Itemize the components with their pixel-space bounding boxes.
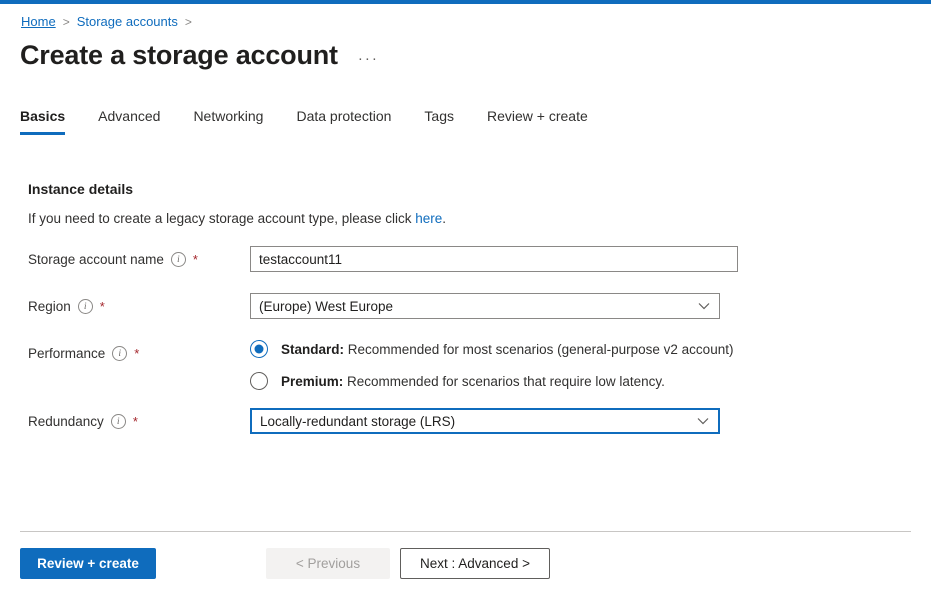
performance-label-cell: Performance i * [0, 340, 250, 366]
redundancy-selected-value: Locally-redundant storage (LRS) [260, 413, 456, 429]
radio-premium-strong: Premium: [281, 373, 344, 389]
info-icon[interactable]: i [112, 345, 128, 361]
section-title: Instance details [28, 181, 134, 197]
storage-account-name-label: Storage account name [28, 251, 164, 267]
tab-data-protection[interactable]: Data protection [296, 106, 391, 135]
chevron-down-icon [697, 417, 709, 425]
required-marker: * [134, 345, 140, 361]
tab-advanced[interactable]: Advanced [98, 106, 160, 135]
radio-standard-strong: Standard: [281, 341, 345, 357]
storage-account-name-label-cell: Storage account name i * [0, 246, 250, 272]
breadcrumb: Home > Storage accounts > [21, 13, 199, 31]
storage-account-name-field-cell [250, 246, 931, 272]
region-field-cell: (Europe) West Europe [250, 293, 931, 319]
tab-networking-label: Networking [193, 108, 264, 124]
tab-data-protection-label: Data protection [296, 108, 392, 124]
previous-button: < Previous [266, 548, 390, 579]
radio-performance-premium-label: Premium: Recommended for scenarios that … [281, 374, 665, 389]
tab-advanced-label: Advanced [98, 108, 161, 124]
info-icon[interactable]: i [110, 413, 126, 429]
breadcrumb-separator: > [62, 15, 70, 29]
radio-premium-text: Recommended for scenarios that require l… [343, 373, 665, 389]
redundancy-label-cell: Redundancy i * [0, 408, 250, 434]
more-actions-icon[interactable]: ··· [358, 50, 379, 67]
footer-divider [20, 531, 911, 532]
basics-form: Storage account name i * Region i * (Eur… [0, 246, 931, 455]
breadcrumb-item-storage-accounts[interactable]: Storage accounts [77, 13, 178, 31]
section-description: If you need to create a legacy storage a… [28, 210, 446, 228]
legacy-storage-here-link[interactable]: here [415, 211, 442, 226]
section-description-suffix: . [442, 211, 447, 226]
footer-actions: Review + create < Previous Next : Advanc… [0, 548, 931, 580]
redundancy-select[interactable]: Locally-redundant storage (LRS) [250, 408, 720, 434]
top-accent-bar [0, 0, 931, 4]
field-row-redundancy: Redundancy i * Locally-redundant storage… [0, 408, 931, 434]
review-create-button[interactable]: Review + create [20, 548, 156, 579]
section-description-text: If you need to create a legacy storage a… [28, 211, 416, 226]
redundancy-label: Redundancy [28, 413, 104, 429]
performance-label: Performance [28, 345, 106, 361]
required-marker: * [99, 298, 105, 314]
region-label-cell: Region i * [0, 293, 250, 319]
required-marker: * [192, 251, 198, 267]
info-icon[interactable]: i [77, 298, 93, 314]
tab-tags-label: Tags [424, 108, 454, 124]
required-marker: * [132, 413, 138, 429]
breadcrumb-separator: > [184, 15, 192, 29]
region-label: Region [28, 298, 71, 314]
region-selected-value: (Europe) West Europe [259, 298, 394, 314]
breadcrumb-item-home[interactable]: Home [21, 13, 56, 31]
field-row-storage-account-name: Storage account name i * [0, 246, 931, 272]
radio-icon-unselected [250, 372, 268, 390]
performance-options: Standard: Recommended for most scenarios… [250, 340, 931, 390]
tab-networking[interactable]: Networking [193, 106, 263, 135]
tab-tags[interactable]: Tags [424, 106, 454, 135]
tab-basics-label: Basics [20, 108, 66, 124]
tab-review-create[interactable]: Review + create [487, 106, 588, 135]
region-select[interactable]: (Europe) West Europe [250, 293, 720, 319]
radio-performance-standard[interactable]: Standard: Recommended for most scenarios… [250, 340, 931, 358]
page-title: Create a storage account [20, 40, 338, 70]
storage-account-name-input[interactable] [250, 246, 738, 272]
redundancy-field-cell: Locally-redundant storage (LRS) [250, 408, 931, 434]
info-icon[interactable]: i [170, 251, 186, 267]
tab-bar: Basics Advanced Networking Data protecti… [20, 106, 621, 135]
radio-performance-premium[interactable]: Premium: Recommended for scenarios that … [250, 372, 931, 390]
next-advanced-button[interactable]: Next : Advanced > [400, 548, 550, 579]
tab-review-create-label: Review + create [487, 108, 588, 124]
radio-standard-text: Recommended for most scenarios (general-… [344, 341, 734, 357]
field-row-performance: Performance i * Standard: Recommended fo… [0, 340, 931, 390]
radio-icon-selected [250, 340, 268, 358]
page-title-row: Create a storage account ··· [20, 38, 379, 72]
field-row-region: Region i * (Europe) West Europe [0, 293, 931, 319]
radio-performance-standard-label: Standard: Recommended for most scenarios… [281, 342, 733, 357]
tab-basics[interactable]: Basics [20, 106, 66, 135]
chevron-down-icon [698, 302, 710, 310]
